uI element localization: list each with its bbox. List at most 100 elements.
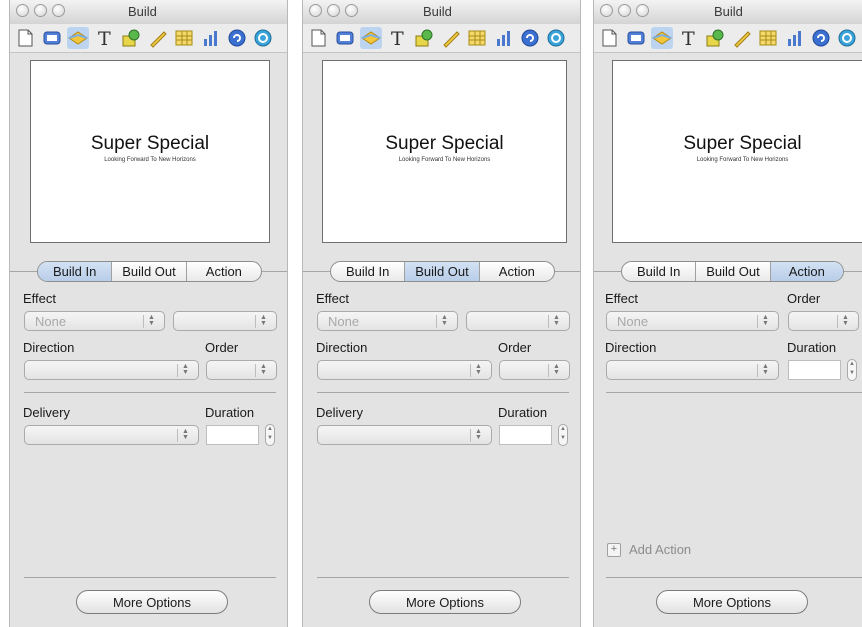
direction-popup[interactable]: ▲ ▼ <box>317 360 492 380</box>
more-options-button[interactable]: More Options <box>369 590 521 614</box>
window-controls <box>309 4 358 17</box>
slide-preview: Super Special Looking Forward To New Hor… <box>30 60 270 243</box>
direction-popup[interactable]: ▲ ▼ <box>24 360 199 380</box>
chart-icon[interactable] <box>200 27 222 49</box>
close-button[interactable] <box>16 4 29 17</box>
chart-icon[interactable] <box>784 27 806 49</box>
build-inspector-panel-2: Build T Super Special Looking Forward To… <box>302 0 581 627</box>
slide-icon[interactable] <box>41 27 63 49</box>
graphic-icon[interactable] <box>704 27 726 49</box>
delivery-popup[interactable]: ▲ ▼ <box>24 425 199 445</box>
text-icon[interactable]: T <box>678 27 700 50</box>
chart-icon[interactable] <box>493 27 515 49</box>
more-options-button[interactable]: More Options <box>656 590 808 614</box>
order-popup[interactable]: ▲ ▼ <box>788 311 859 331</box>
slide-subtitle: Looking Forward To New Horizons <box>398 157 491 163</box>
effect-variant-popup[interactable]: ▲ ▼ <box>466 311 570 331</box>
text-icon[interactable]: T <box>94 27 116 50</box>
effect-variant-popup[interactable]: ▲ ▼ <box>173 311 277 331</box>
duration-field[interactable] <box>206 425 259 445</box>
hyperlink-icon[interactable] <box>519 27 541 49</box>
duration-field[interactable] <box>788 360 841 380</box>
duration-stepper[interactable]: ▲ ▼ <box>265 424 275 446</box>
zoom-button[interactable] <box>345 4 358 17</box>
hyperlink-icon[interactable] <box>226 27 248 49</box>
window-title: Build <box>714 4 743 19</box>
duration-stepper[interactable]: ▲ ▼ <box>847 359 857 381</box>
close-button[interactable] <box>600 4 613 17</box>
window-title: Build <box>423 4 452 19</box>
order-popup[interactable]: ▲ ▼ <box>499 360 570 380</box>
popup-arrows-icon: ▲ ▼ <box>548 314 561 328</box>
divider <box>606 577 862 578</box>
order-popup[interactable]: ▲ ▼ <box>206 360 277 380</box>
text-icon[interactable]: T <box>387 27 409 50</box>
tab-build-in[interactable]: Build In <box>331 262 406 281</box>
build-icon[interactable] <box>651 27 673 49</box>
add-action-button[interactable]: + Add Action <box>607 542 691 557</box>
effect-value: None <box>617 314 649 329</box>
tab-action[interactable]: Action <box>187 262 261 281</box>
quicktime-icon[interactable] <box>252 27 274 49</box>
divider <box>317 577 569 578</box>
quicktime-icon[interactable] <box>545 27 567 49</box>
inspector-toolbar: T <box>303 24 580 53</box>
metrics-icon[interactable] <box>440 27 462 49</box>
table-icon[interactable] <box>466 27 488 49</box>
metrics-icon[interactable] <box>731 27 753 49</box>
build-icon[interactable] <box>360 27 382 49</box>
build-icon[interactable] <box>67 27 89 49</box>
quicktime-icon[interactable] <box>836 27 858 49</box>
slide-icon[interactable] <box>625 27 647 49</box>
document-icon[interactable] <box>307 27 329 49</box>
tab-build-out[interactable]: Build Out <box>405 262 480 281</box>
more-options-button[interactable]: More Options <box>76 590 228 614</box>
table-icon[interactable] <box>757 27 779 49</box>
document-icon[interactable] <box>598 27 620 49</box>
popup-arrows-icon: ▲ ▼ <box>177 363 190 377</box>
direction-popup[interactable]: ▲ ▼ <box>606 360 779 380</box>
duration-label: Duration <box>205 405 255 420</box>
effect-popup[interactable]: None ▲ ▼ <box>24 311 165 331</box>
metrics-icon[interactable] <box>147 27 169 49</box>
close-button[interactable] <box>309 4 322 17</box>
graphic-icon[interactable] <box>413 27 435 49</box>
tab-action[interactable]: Action <box>480 262 554 281</box>
minimize-button[interactable] <box>327 4 340 17</box>
divider <box>317 392 569 393</box>
tab-action[interactable]: Action <box>770 262 843 281</box>
minimize-button[interactable] <box>34 4 47 17</box>
plus-icon: + <box>607 542 621 557</box>
document-icon[interactable] <box>14 27 36 49</box>
delivery-label: Delivery <box>316 405 363 420</box>
slide-subtitle: Looking Forward To New Horizons <box>696 157 789 163</box>
tab-build-out[interactable]: Build Out <box>696 262 771 281</box>
delivery-popup[interactable]: ▲ ▼ <box>317 425 492 445</box>
popup-arrows-icon: ▲ ▼ <box>757 314 770 328</box>
order-label: Order <box>205 340 239 355</box>
duration-field[interactable] <box>499 425 552 445</box>
slide-title: Super Special <box>385 133 504 154</box>
inspector-toolbar: T <box>10 24 287 53</box>
slide-icon[interactable] <box>334 27 356 49</box>
effect-popup[interactable]: None ▲ ▼ <box>606 311 779 331</box>
hyperlink-icon[interactable] <box>810 27 832 49</box>
effect-value: None <box>35 314 67 329</box>
popup-arrows-icon: ▲ ▼ <box>470 428 483 442</box>
zoom-button[interactable] <box>636 4 649 17</box>
duration-stepper[interactable]: ▲ ▼ <box>558 424 568 446</box>
window-controls <box>600 4 649 17</box>
effect-popup[interactable]: None ▲ ▼ <box>317 311 458 331</box>
tab-build-out[interactable]: Build Out <box>112 262 187 281</box>
popup-arrows-icon: ▲ ▼ <box>255 363 268 377</box>
popup-arrows-icon: ▲ ▼ <box>757 363 770 377</box>
zoom-button[interactable] <box>52 4 65 17</box>
title-bar: Build <box>10 0 287 25</box>
direction-label: Direction <box>605 340 657 355</box>
tab-build-in[interactable]: Build In <box>38 262 113 281</box>
graphic-icon[interactable] <box>120 27 142 49</box>
window-controls <box>16 4 65 17</box>
minimize-button[interactable] <box>618 4 631 17</box>
tab-build-in[interactable]: Build In <box>622 262 697 281</box>
table-icon[interactable] <box>173 27 195 49</box>
